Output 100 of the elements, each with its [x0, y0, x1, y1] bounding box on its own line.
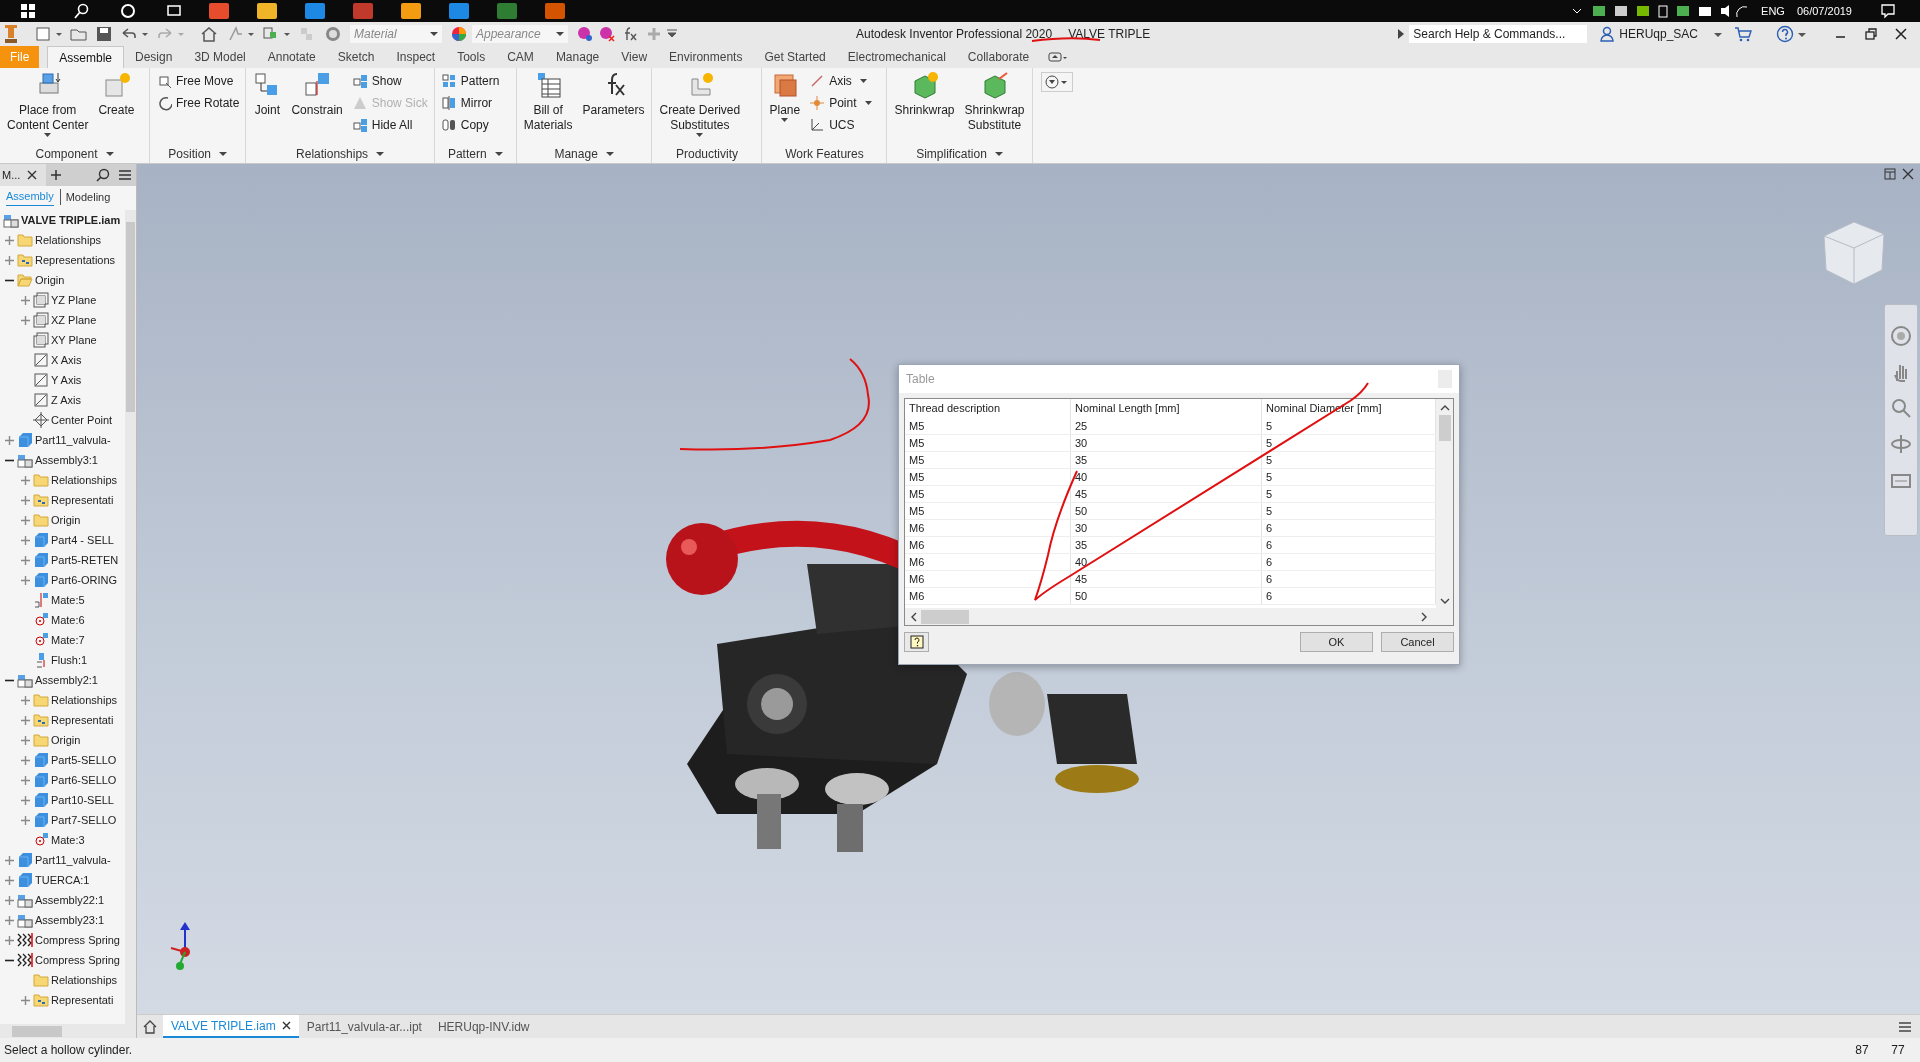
ribbon-button[interactable]: Create	[95, 71, 138, 118]
home-icon[interactable]	[143, 1019, 157, 1034]
add-icon[interactable]	[50, 169, 63, 181]
ribbon-tab[interactable]: View	[610, 46, 659, 68]
panel-title-button[interactable]: Simplification	[887, 145, 1032, 163]
expand-icon[interactable]	[20, 554, 31, 566]
tree-item[interactable]: Part11_valvula-	[35, 433, 111, 447]
tree-item[interactable]: Part6-ORING	[51, 573, 117, 587]
tree-item[interactable]: Part5-SELLO	[51, 753, 117, 767]
tree-item[interactable]: YZ Plane	[51, 293, 97, 307]
expand-icon[interactable]	[4, 914, 15, 926]
ribbon-button[interactable]: Hide All	[349, 115, 430, 135]
dialog-button[interactable]: OK	[1300, 632, 1373, 652]
tree-item[interactable]: Assembly23:1	[35, 913, 105, 927]
ribbon-tab[interactable]: Assemble	[47, 46, 125, 68]
expand-icon[interactable]	[4, 254, 15, 266]
column-header[interactable]: Nominal Length [mm]	[1071, 399, 1262, 418]
tree-item[interactable]: Compress Spring	[35, 933, 120, 947]
expand-icon[interactable]	[20, 514, 31, 526]
dialog-button[interactable]: Cancel	[1381, 632, 1454, 652]
search-icon[interactable]	[96, 168, 110, 182]
panel-title-button[interactable]: Relationships	[246, 145, 434, 163]
zoom-icon[interactable]	[1890, 397, 1912, 419]
menu-icon[interactable]	[1898, 1020, 1912, 1033]
clock-date[interactable]: 06/07/2019	[1796, 2, 1852, 20]
ribbon-button[interactable]: Point	[807, 93, 874, 113]
close-icon[interactable]	[1902, 168, 1914, 180]
tree-item[interactable]: Mate:3	[51, 833, 85, 847]
appearance-adjust-icon[interactable]	[576, 25, 594, 43]
tree-item[interactable]: Part4 - SELL	[51, 533, 114, 547]
paint-app-icon[interactable]	[352, 2, 374, 20]
expand-icon[interactable]	[20, 474, 31, 486]
ribbon-tab[interactable]: CAM	[496, 46, 545, 68]
tree-item[interactable]: Assembly22:1	[35, 893, 105, 907]
ribbon-button[interactable]: Shrinkwrap Substitute	[961, 71, 1028, 133]
tree-item[interactable]: Mate:6	[51, 613, 85, 627]
expand-icon[interactable]	[4, 434, 15, 446]
user-icon[interactable]	[1599, 26, 1616, 42]
tree-item[interactable]: Origin	[35, 273, 65, 287]
ribbon-button[interactable]: Plane	[766, 71, 804, 123]
expand-icon[interactable]	[20, 994, 31, 1006]
expand-icon[interactable]	[20, 314, 31, 326]
ribbon-tab[interactable]: Inspect	[385, 46, 447, 68]
tree-item[interactable]: Origin	[51, 513, 81, 527]
tree-item[interactable]: Part11_valvula-	[35, 853, 111, 867]
maximize-view-icon[interactable]	[1884, 168, 1896, 180]
ribbon-button[interactable]: Mirror	[438, 93, 502, 113]
vertical-scrollbar[interactable]	[125, 210, 136, 1024]
tree-item[interactable]: Part6-SELLO	[51, 773, 117, 787]
tree-item[interactable]: XY Plane	[51, 333, 97, 347]
home-icon[interactable]	[200, 26, 218, 42]
ribbon-tab[interactable]: Design	[124, 46, 184, 68]
scroll-thumb[interactable]	[12, 1025, 62, 1037]
ribbon-button[interactable]: Constrain	[288, 71, 346, 118]
task-view-icon[interactable]	[166, 3, 182, 19]
tree-item[interactable]: Assembly3:1	[35, 453, 98, 467]
tree-item[interactable]: Relationships	[51, 693, 118, 707]
panel-options-button[interactable]	[1040, 72, 1073, 92]
open-folder-icon[interactable]	[70, 26, 88, 42]
expand-icon[interactable]	[4, 854, 15, 866]
ribbon-button[interactable]: UCS	[807, 115, 874, 135]
save-icon[interactable]	[96, 26, 112, 42]
expand-icon[interactable]	[4, 894, 15, 906]
tree-item[interactable]: Relationships	[51, 973, 118, 987]
circle-icon[interactable]	[120, 3, 136, 19]
orbit-icon[interactable]	[1890, 433, 1912, 455]
clear-appearance-icon[interactable]	[598, 25, 616, 43]
document-tab[interactable]: VALVE TRIPLE.iam	[163, 1015, 299, 1038]
ribbon-button[interactable]: Copy	[438, 115, 502, 135]
windows-start-icon[interactable]	[20, 3, 36, 19]
expand-icon[interactable]	[20, 714, 31, 726]
expand-icon[interactable]	[4, 934, 15, 946]
tree-item[interactable]: Representati	[51, 993, 114, 1007]
expand-icon[interactable]	[20, 794, 31, 806]
mail-app-icon[interactable]	[400, 2, 422, 20]
scroll-thumb[interactable]	[126, 222, 135, 412]
ribbon-tab[interactable]: 3D Model	[183, 46, 257, 68]
ribbon-button[interactable]: Parameters	[579, 71, 648, 118]
close-icon[interactable]	[1894, 27, 1908, 41]
expand-icon[interactable]	[20, 694, 31, 706]
user-name[interactable]: HERUqp_SAC	[1619, 25, 1698, 43]
expand-icon[interactable]	[20, 574, 31, 586]
spreadsheet-app-icon[interactable]	[496, 2, 518, 20]
panel-title-button[interactable]: Component	[0, 145, 149, 163]
browser-tab[interactable]: Assembly	[6, 188, 54, 206]
ribbon-tab[interactable]: Get Started	[753, 46, 837, 68]
document-tab[interactable]: Part11_valvula-ar...ipt	[298, 1015, 430, 1038]
tree-item[interactable]: Relationships	[35, 233, 102, 247]
tree-item[interactable]: Y Axis	[51, 373, 82, 387]
expand-icon[interactable]	[20, 774, 31, 786]
expand-icon[interactable]	[20, 814, 31, 826]
tree-item[interactable]: VALVE TRIPLE.iam	[21, 213, 121, 227]
tree-item[interactable]: Representati	[51, 713, 114, 727]
search-field[interactable]: Search Help & Commands...	[1409, 25, 1588, 43]
tree-item[interactable]: Relationships	[51, 473, 118, 487]
document-tab[interactable]: HERUqp-INV.idw	[429, 1015, 538, 1038]
expand-icon[interactable]	[20, 294, 31, 306]
new-file-icon[interactable]	[34, 26, 52, 42]
expand-icon[interactable]	[20, 534, 31, 546]
steering-wheel-icon[interactable]	[1890, 325, 1912, 347]
